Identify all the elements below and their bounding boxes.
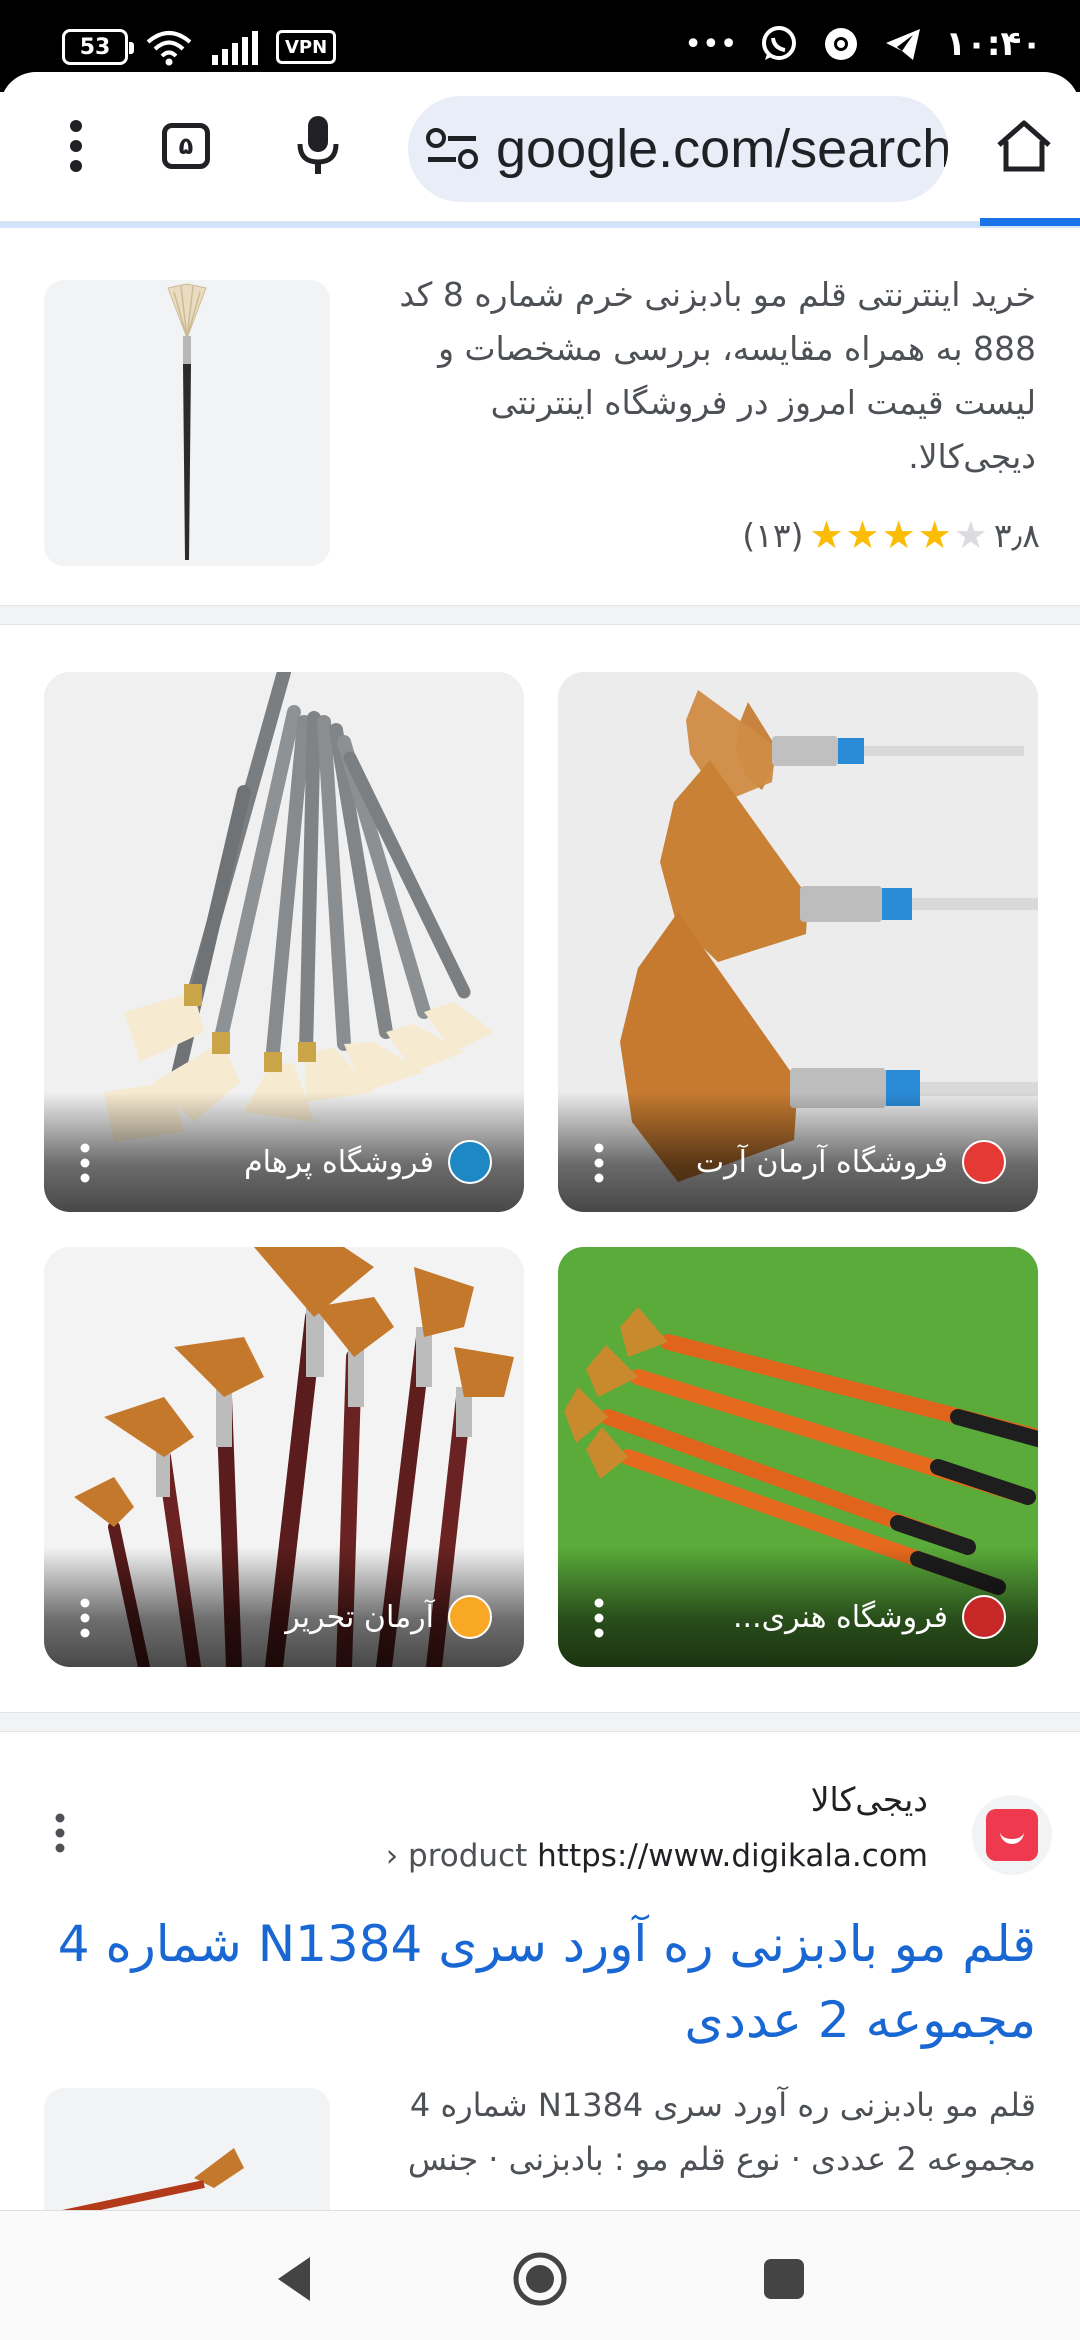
image-source[interactable]: فروشگاه هنری... [733, 1595, 1006, 1639]
rating-star-icon: ★ [809, 513, 844, 557]
section-divider [0, 1712, 1080, 1732]
page-progress-bar [980, 218, 1080, 226]
image-source[interactable]: فروشگاه پرهام [244, 1140, 492, 1184]
address-bar[interactable]: google.com/search [408, 96, 948, 202]
result-title-link[interactable]: قلم مو بادبزنی ره آورد سری N1384 شماره 4… [36, 1906, 1036, 2058]
image-source[interactable]: آرمان تحریر [285, 1595, 492, 1639]
result-thumbnail[interactable] [44, 2088, 330, 2228]
section-divider [0, 605, 1080, 625]
home-nav-button[interactable] [508, 2247, 572, 2311]
rating-value: ۳٫۸ [993, 515, 1040, 555]
chrome-icon [825, 28, 858, 60]
browser-toolbar: ۵ google.com/search [0, 72, 1080, 222]
result-snippet: خرید اینترنتی قلم مو بادبزنی خرم شماره 8… [399, 275, 1036, 476]
rating-star-icon: ★ [917, 513, 952, 557]
image-result-card[interactable]: فروشگاه پرهام [44, 672, 524, 1212]
source-name: فروشگاه آرمان آرت [695, 1144, 948, 1180]
rating-star-icon: ★ [881, 513, 916, 557]
system-nav-bar [0, 2210, 1080, 2340]
source-name: فروشگاه پرهام [244, 1144, 434, 1180]
url-text: google.com/search [496, 119, 948, 179]
wifi-icon [146, 31, 192, 66]
tab-count: ۵ [162, 123, 210, 169]
clock: ۱۰:۴۰ [945, 24, 1042, 64]
rating-row: ۳٫۸ ★ ★ ★ ★ ★ (۱۳) [742, 515, 1040, 555]
source-favicon-icon [962, 1140, 1006, 1184]
result-options-icon[interactable] [48, 1810, 72, 1856]
more-notifications-icon: ••• [684, 26, 738, 62]
rating-star-icon: ★ [953, 513, 988, 557]
battery-icon: 53 [62, 29, 134, 65]
home-icon [997, 120, 1051, 172]
result-url[interactable]: › product https://www.digikala.com [386, 1838, 928, 1874]
back-button[interactable] [262, 2247, 326, 2311]
browser-menu-button[interactable] [40, 110, 112, 182]
recents-icon [764, 2259, 804, 2299]
tab-switcher-button[interactable]: ۵ [150, 110, 222, 182]
recents-button[interactable] [752, 2247, 816, 2311]
signal-icon [212, 31, 258, 65]
more-options-icon[interactable] [70, 1140, 100, 1186]
source-favicon-icon [448, 1595, 492, 1639]
whatsapp-icon [762, 26, 797, 60]
fan-brush-image [167, 283, 207, 560]
home-circle-icon [513, 2252, 567, 2306]
source-name: فروشگاه هنری... [733, 1599, 948, 1635]
more-options-icon[interactable] [584, 1140, 614, 1186]
site-settings-icon[interactable] [424, 126, 480, 172]
digikala-logo-icon [986, 1809, 1038, 1861]
voice-search-button[interactable] [282, 110, 354, 182]
url-domain: https://www.digikala.com [537, 1838, 928, 1874]
rating-count: (۱۳) [742, 515, 804, 555]
site-name[interactable]: دیجی‌کالا [811, 1780, 928, 1819]
more-options-icon[interactable] [584, 1595, 614, 1641]
image-result-card[interactable]: آرمان تحریر [44, 1247, 524, 1667]
more-vert-icon [70, 120, 82, 172]
image-result-card[interactable]: فروشگاه آرمان آرت [558, 672, 1038, 1212]
mic-icon [297, 116, 339, 174]
result-thumbnail[interactable] [44, 280, 330, 566]
image-result-card[interactable]: فروشگاه هنری... [558, 1247, 1038, 1667]
source-name: آرمان تحریر [285, 1599, 434, 1635]
home-button[interactable] [988, 110, 1060, 182]
site-favicon [972, 1795, 1052, 1875]
source-favicon-icon [448, 1140, 492, 1184]
image-source[interactable]: فروشگاه آرمان آرت [696, 1140, 1006, 1184]
back-icon [278, 2257, 310, 2301]
brush-image [44, 2148, 244, 2222]
vpn-badge: VPN [276, 30, 337, 64]
more-options-icon[interactable] [70, 1595, 100, 1641]
source-favicon-icon [962, 1595, 1006, 1639]
page-progress-track [0, 222, 1080, 228]
rating-stars: ★ ★ ★ ★ ★ [809, 515, 987, 555]
url-path: › product [385, 1838, 528, 1874]
rating-star-icon: ★ [845, 513, 880, 557]
battery-level: 53 [79, 34, 111, 60]
telegram-icon [886, 29, 921, 60]
